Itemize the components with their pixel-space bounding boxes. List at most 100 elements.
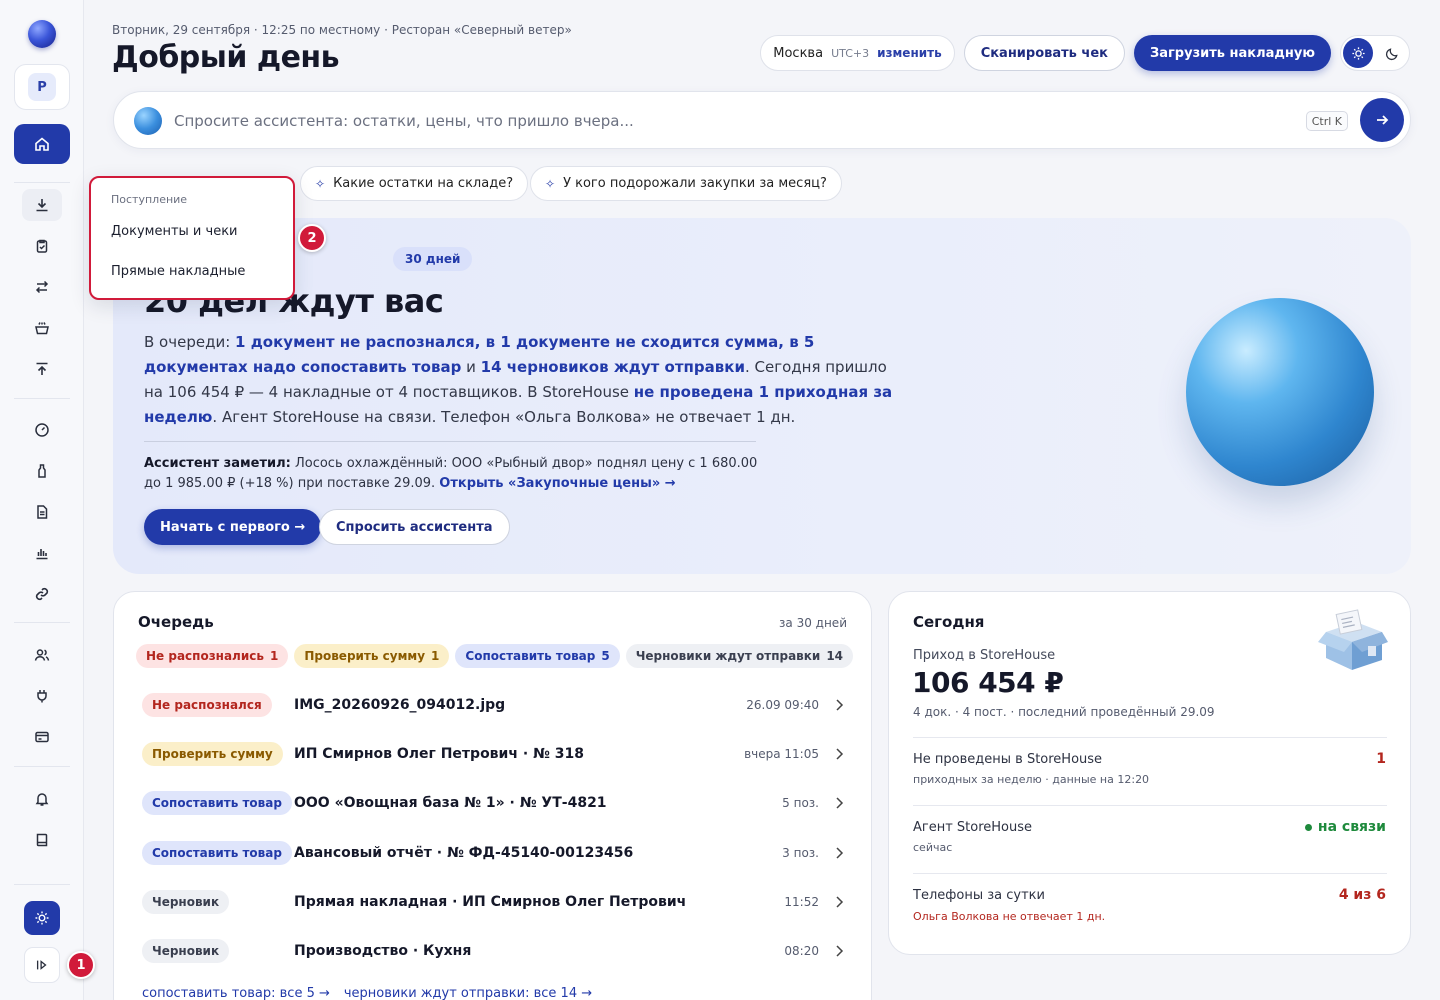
table-row[interactable]: Проверить сумму ИП Смирнов Олег Петрович… <box>142 741 847 767</box>
light-theme-option[interactable] <box>1343 38 1373 68</box>
header-actions: Москва UTC+3 изменить Сканировать чек За… <box>760 35 1410 71</box>
period-chip[interactable]: 30 дней <box>393 247 473 271</box>
all-drafts-link[interactable]: черновики ждут отправки: все 14 → <box>344 986 592 1000</box>
theme-toggle-button[interactable] <box>24 901 60 935</box>
sidebar-divider <box>14 398 70 399</box>
status-badge: Не распознался <box>142 693 272 717</box>
sidebar-item-dashboard[interactable] <box>22 414 62 446</box>
row-name: Производство · Кухня <box>294 943 472 959</box>
dark-theme-option[interactable] <box>1377 38 1407 68</box>
row-name: Авансовый отчёт · № ФД-45140-00123456 <box>294 845 634 861</box>
theme-switch[interactable] <box>1340 35 1410 71</box>
receipts-submenu: Поступление Документы и чеки Прямые накл… <box>89 176 295 300</box>
all-match-product-link[interactable]: сопоставить товар: все 5 → <box>142 986 330 1000</box>
sidebar-item-transfers[interactable] <box>22 271 62 303</box>
gauge-icon <box>35 423 49 437</box>
date-line: Вторник, 29 сентября · 12:25 по местному… <box>112 23 572 37</box>
assistant-search-input[interactable] <box>174 109 1274 133</box>
sidebar-divider <box>14 766 70 767</box>
filter-check-sum[interactable]: Проверить сумму 1 <box>294 644 450 668</box>
sidebar-item-beverages[interactable] <box>22 455 62 487</box>
status-badge: Сопоставить товар <box>142 841 292 865</box>
filter-unrecognized[interactable]: Не распознались 1 <box>136 644 289 668</box>
sidebar-item-billing[interactable] <box>22 721 62 753</box>
hero-sphere-illustration <box>1186 298 1374 486</box>
submenu-item-documents[interactable]: Документы и чеки <box>111 224 238 239</box>
assistant-note-label: Ассистент заметил: <box>144 456 291 471</box>
filter-label: Проверить сумму <box>304 649 426 663</box>
search-submit-button[interactable] <box>1360 98 1404 142</box>
workspace-avatar[interactable]: P <box>14 64 70 110</box>
bar-chart-icon <box>36 549 48 560</box>
start-first-button[interactable]: Начать с первого → <box>144 509 322 545</box>
table-row[interactable]: Черновик Производство · Кухня 08:20 <box>142 938 847 964</box>
row-meta: 3 поз. <box>782 846 819 860</box>
phones-value[interactable]: 4 из 6 <box>1339 887 1386 903</box>
table-row[interactable]: Сопоставить товар Авансовый отчёт · № ФД… <box>142 840 847 866</box>
filter-match-product[interactable]: Сопоставить товар 5 <box>455 644 620 668</box>
open-purchase-prices-link[interactable]: Открыть «Закупочные цены» → <box>439 476 675 491</box>
bell-icon <box>35 793 49 806</box>
table-row[interactable]: Сопоставить товар ООО «Овощная база № 1»… <box>142 790 847 816</box>
table-row[interactable]: Не распознался IMG_20260926_094012.jpg 2… <box>142 692 847 718</box>
divider <box>913 873 1387 874</box>
sidebar-item-home[interactable] <box>14 124 70 164</box>
sidebar-item-integrations[interactable] <box>22 578 62 610</box>
annotation-marker-1: 1 <box>67 951 95 979</box>
submenu-heading: Поступление <box>111 193 188 206</box>
sparkle-icon: ✧ <box>545 176 556 191</box>
row-meta: 08:20 <box>784 944 819 958</box>
hero-summary: В очереди: 1 документ не распознался, в … <box>144 330 894 430</box>
sidebar-item-reports[interactable] <box>22 537 62 569</box>
not-posted-title: Не проведены в StoreHouse <box>913 752 1103 767</box>
summary-text: В очереди: <box>144 333 236 351</box>
table-row[interactable]: Черновик Прямая накладная · ИП Смирнов О… <box>142 889 847 915</box>
suggestion-label: Какие остатки на складе? <box>333 176 514 191</box>
sidebar-item-notifications[interactable] <box>22 783 62 815</box>
timezone-change-link[interactable]: изменить <box>877 46 942 60</box>
sidebar-divider <box>14 884 70 885</box>
agent-sub: сейчас <box>913 841 953 854</box>
summary-sep: , <box>474 333 486 351</box>
collapse-arrow-icon <box>36 960 47 970</box>
income-value: 106 454 ₽ <box>912 666 1064 699</box>
collapse-sidebar-button[interactable] <box>24 947 60 983</box>
phones-title: Телефоны за сутки <box>913 888 1045 903</box>
logo-orb-icon[interactable] <box>28 20 56 48</box>
sidebar-item-production[interactable] <box>22 312 62 344</box>
summary-link-drafts[interactable]: 14 черновиков ждут отправки <box>481 358 745 376</box>
sidebar-item-users[interactable] <box>22 639 62 671</box>
filter-count: 1 <box>431 649 440 663</box>
page-title: Добрый день <box>112 40 340 75</box>
agent-status-text: на связи <box>1317 819 1386 835</box>
summary-link-unrecognized[interactable]: 1 документ не распознался <box>235 333 475 351</box>
divider <box>913 805 1387 806</box>
scan-receipt-button[interactable]: Сканировать чек <box>963 35 1125 71</box>
filter-count: 14 <box>826 649 844 663</box>
upload-invoice-button[interactable]: Загрузить накладную <box>1134 35 1331 71</box>
chevron-right-icon <box>836 896 844 908</box>
sidebar-divider <box>14 182 70 183</box>
sidebar-item-connections[interactable] <box>22 680 62 712</box>
suggestion-chip[interactable]: ✧ У кого подорожали закупки за месяц? <box>530 166 842 201</box>
suggestion-chip[interactable]: ✧ Какие остатки на складе? <box>300 166 529 201</box>
not-posted-value[interactable]: 1 <box>1376 751 1386 767</box>
divider <box>913 737 1387 738</box>
ask-assistant-button[interactable]: Спросить ассистента <box>319 509 510 545</box>
agent-status: на связи <box>1304 819 1386 835</box>
sidebar-item-help[interactable] <box>22 824 62 856</box>
sidebar-item-receipts[interactable] <box>22 189 62 221</box>
row-meta: вчера 11:05 <box>744 747 819 761</box>
filter-drafts[interactable]: Черновики ждут отправки 14 <box>625 644 854 668</box>
hero-divider <box>144 441 756 442</box>
sidebar-item-documents[interactable] <box>22 496 62 528</box>
submenu-item-direct-invoices[interactable]: Прямые накладные <box>111 264 245 279</box>
income-label: Приход в StoreHouse <box>913 648 1056 663</box>
sidebar-item-outgoing[interactable] <box>22 353 62 385</box>
summary-link-sum-mismatch[interactable]: в 1 документе не сходится сумма <box>486 333 779 351</box>
row-meta: 26.09 09:40 <box>746 698 819 712</box>
package-illustration <box>1318 609 1388 670</box>
sparkle-icon: ✧ <box>315 176 326 191</box>
chevron-right-icon <box>836 797 844 809</box>
sidebar-item-inventory[interactable] <box>22 230 62 262</box>
